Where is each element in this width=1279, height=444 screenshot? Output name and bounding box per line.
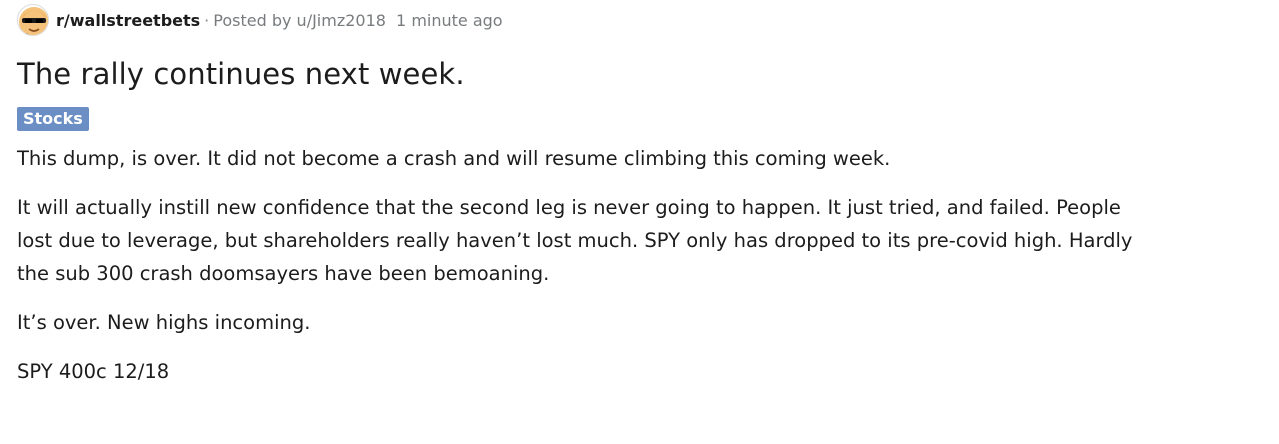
post-timestamp[interactable]: 1 minute ago	[396, 11, 503, 30]
post-meta: r/wallstreetbets · Posted by u/Jimz2018 …	[17, 0, 1267, 40]
post-paragraph: It’s over. New highs incoming.	[17, 311, 311, 334]
author-link[interactable]: u/Jimz2018	[297, 11, 386, 30]
post-title: The rally continues next week.	[17, 57, 465, 91]
post-paragraph: It will actually instill new confidence …	[17, 196, 1133, 285]
post-paragraph: This dump, is over. It did not become a …	[17, 147, 891, 170]
meta-separator: ·	[204, 10, 210, 30]
posted-by: Posted by u/Jimz2018 1 minute ago	[213, 11, 502, 30]
post-flair[interactable]: Stocks	[17, 107, 89, 131]
subreddit-link[interactable]: r/wallstreetbets	[56, 11, 200, 30]
post-container: r/wallstreetbets · Posted by u/Jimz2018 …	[17, 0, 1267, 404]
post-body: This dump, is over. It did not become a …	[17, 142, 1137, 388]
wallstreetbets-avatar-icon[interactable]	[17, 4, 49, 36]
post-paragraph: SPY 400c 12/18	[17, 360, 170, 383]
posted-by-prefix: Posted by	[213, 10, 292, 30]
